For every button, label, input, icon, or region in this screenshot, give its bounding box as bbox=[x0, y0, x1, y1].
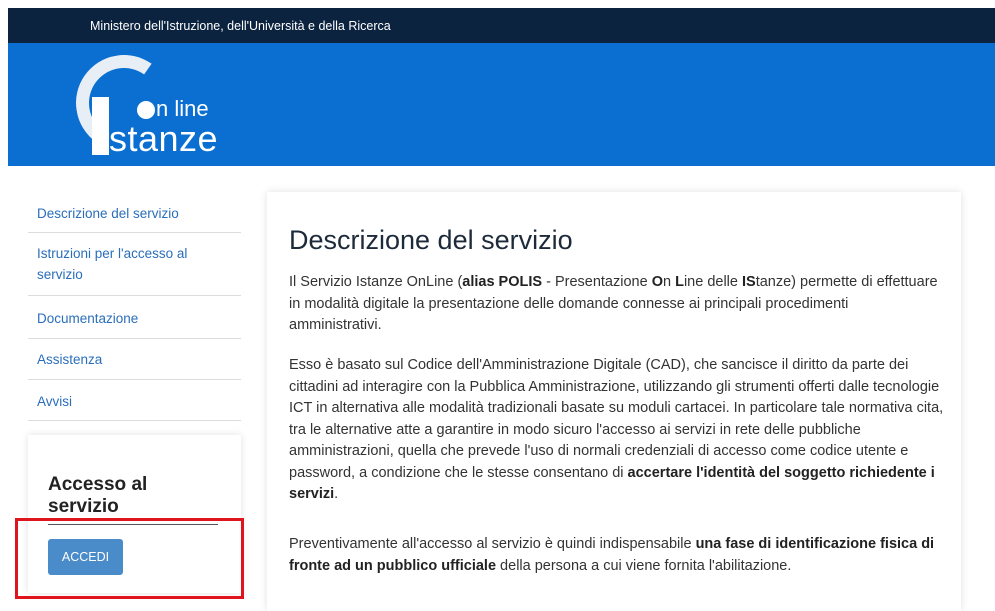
access-title: Accesso al servizio bbox=[48, 474, 148, 517]
logo-i-bar-icon bbox=[92, 97, 109, 155]
ministry-name: Ministero dell'Istruzione, dell'Universi… bbox=[90, 19, 391, 33]
description-paragraph-3: Preventivamente all'accesso al servizio … bbox=[289, 536, 935, 574]
accedi-highlight-box bbox=[15, 518, 244, 599]
logo-stanze-text: stanze bbox=[109, 118, 219, 159]
sidebar-item-documentazione[interactable]: Documentazione bbox=[28, 296, 241, 339]
page-title: Descrizione del servizio bbox=[289, 225, 573, 255]
sidebar-nav: Descrizione del servizio Istruzioni per … bbox=[28, 193, 241, 421]
description-paragraph-1: Il Servizio Istanze OnLine (alias POLIS … bbox=[289, 274, 938, 333]
sidebar-item-assistenza[interactable]: Assistenza bbox=[28, 339, 241, 380]
main-content: Descrizione del servizio Il Servizio Ist… bbox=[267, 192, 961, 611]
sidebar-item-descrizione[interactable]: Descrizione del servizio bbox=[28, 193, 241, 233]
site-header: n line stanze bbox=[8, 43, 995, 166]
sidebar-item-istruzioni[interactable]: Istruzioni per l'accesso al servizio bbox=[28, 233, 241, 296]
sidebar-item-avvisi[interactable]: Avvisi bbox=[28, 380, 241, 421]
logo-dot-icon bbox=[137, 101, 155, 119]
description-paragraph-2: Esso è basato sul Codice dell'Amministra… bbox=[289, 357, 944, 502]
ministry-topbar: Ministero dell'Istruzione, dell'Universi… bbox=[8, 8, 995, 43]
